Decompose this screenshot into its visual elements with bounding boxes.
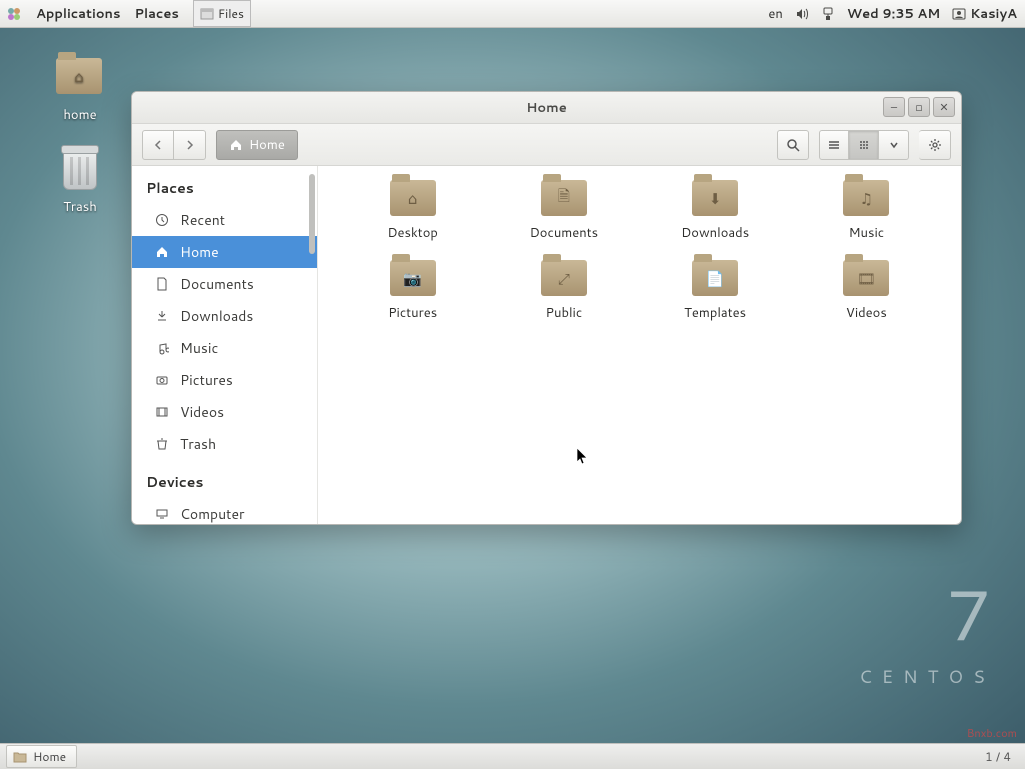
folder-label: Templates <box>645 304 786 322</box>
desktop-icon-label: Trash <box>40 198 120 216</box>
places-menu[interactable]: Places <box>134 5 178 23</box>
sidebar-item-home[interactable]: Home <box>132 236 317 268</box>
nav-back-button[interactable] <box>142 130 174 160</box>
file-manager-icon <box>200 7 214 21</box>
sidebar-item-label: Computer <box>180 504 244 524</box>
sidebar-item-label: Music <box>180 338 218 358</box>
view-list-button[interactable] <box>819 130 849 160</box>
view-dropdown-button[interactable] <box>879 130 909 160</box>
sidebar-item-label: Recent <box>180 210 225 230</box>
sidebar-scrollbar[interactable] <box>309 174 315 254</box>
os-brand: 7 CENTOS <box>859 563 995 689</box>
user-menu[interactable]: KasiyA <box>952 5 1017 23</box>
volume-icon[interactable] <box>795 7 809 21</box>
sidebar-item-computer[interactable]: Computer <box>132 498 317 524</box>
folder-label: Downloads <box>645 224 786 242</box>
current-app-button[interactable]: Files <box>193 0 251 27</box>
grid-icon <box>857 138 871 152</box>
folder-pictures[interactable]: 📷Pictures <box>342 260 483 322</box>
folder-label: Music <box>796 224 937 242</box>
list-icon <box>827 138 841 152</box>
nav-forward-button[interactable] <box>174 130 206 160</box>
trash-icon <box>154 436 170 452</box>
folder-label: Documents <box>493 224 634 242</box>
workspace-pager[interactable]: 1 / 4 <box>977 748 1019 765</box>
desktop-icon-trash[interactable]: Trash <box>40 150 120 216</box>
folder-music[interactable]: ♫Music <box>796 180 937 242</box>
sidebar-item-documents[interactable]: Documents <box>132 268 317 300</box>
sidebar: Places Recent Home Documents Downloads M… <box>132 166 318 524</box>
sidebar-item-recent[interactable]: Recent <box>132 204 317 236</box>
clock-icon <box>154 212 170 228</box>
sidebar-item-label: Home <box>180 242 219 262</box>
computer-icon <box>154 506 170 522</box>
window-minimize-button[interactable]: – <box>883 97 905 117</box>
sidebar-item-label: Downloads <box>180 306 253 326</box>
video-icon <box>154 404 170 420</box>
folder-label: Public <box>493 304 634 322</box>
folder-grid: ⌂Desktop 🗎Documents ⬇Downloads ♫Music 📷P… <box>318 166 961 524</box>
folder-icon <box>13 751 27 763</box>
sidebar-item-label: Pictures <box>180 370 233 390</box>
sidebar-header-devices: Devices <box>132 468 317 498</box>
search-icon <box>786 138 800 152</box>
clock[interactable]: Wed 9:35 AM <box>847 5 940 23</box>
view-grid-button[interactable] <box>849 130 879 160</box>
toolbar: Home <box>132 124 961 166</box>
desktop-icon-label: home <box>40 106 120 124</box>
document-icon <box>154 276 170 292</box>
sidebar-item-pictures[interactable]: Pictures <box>132 364 317 396</box>
bottom-panel: Home 1 / 4 <box>0 743 1025 769</box>
home-icon <box>154 244 170 260</box>
folder-label: Pictures <box>342 304 483 322</box>
sidebar-item-trash[interactable]: Trash <box>132 428 317 460</box>
settings-button[interactable] <box>919 130 951 160</box>
folder-videos[interactable]: 🎞Videos <box>796 260 937 322</box>
folder-downloads[interactable]: ⬇Downloads <box>645 180 786 242</box>
folder-templates[interactable]: 📄Templates <box>645 260 786 322</box>
gear-icon <box>928 138 942 152</box>
folder-public[interactable]: ⤢Public <box>493 260 634 322</box>
folder-desktop[interactable]: ⌂Desktop <box>342 180 483 242</box>
sidebar-header-places: Places <box>132 174 317 204</box>
camera-icon <box>154 372 170 388</box>
watermark: Bnxb.com <box>967 725 1017 741</box>
window-close-button[interactable]: ✕ <box>933 97 955 117</box>
home-icon <box>229 138 243 152</box>
folder-label: Videos <box>796 304 937 322</box>
sidebar-item-downloads[interactable]: Downloads <box>132 300 317 332</box>
sidebar-item-label: Documents <box>180 274 254 294</box>
mouse-cursor <box>577 448 589 466</box>
search-button[interactable] <box>777 130 809 160</box>
network-icon[interactable] <box>821 7 835 21</box>
music-icon <box>154 340 170 356</box>
sidebar-item-videos[interactable]: Videos <box>132 396 317 428</box>
chevron-down-icon <box>889 140 899 150</box>
window-title: Home <box>526 99 567 117</box>
distro-logo-icon <box>6 6 22 22</box>
sidebar-item-music[interactable]: Music <box>132 332 317 364</box>
path-bar-home[interactable]: Home <box>216 130 298 160</box>
download-icon <box>154 308 170 324</box>
user-icon <box>952 7 966 21</box>
folder-label: Desktop <box>342 224 483 242</box>
folder-documents[interactable]: 🗎Documents <box>493 180 634 242</box>
window-maximize-button[interactable]: ▫ <box>908 97 930 117</box>
sidebar-item-label: Videos <box>180 402 224 422</box>
file-manager-window: Home – ▫ ✕ Home Places Recent Home D <box>131 91 962 525</box>
applications-menu[interactable]: Applications <box>36 5 120 23</box>
top-panel: Applications Places Files en Wed 9:35 AM… <box>0 0 1025 28</box>
keyboard-layout-indicator[interactable]: en <box>768 5 782 23</box>
sidebar-item-label: Trash <box>180 434 216 454</box>
taskbar-window-button[interactable]: Home <box>6 745 77 768</box>
window-titlebar[interactable]: Home – ▫ ✕ <box>132 92 961 124</box>
desktop-icon-home[interactable]: ⌂ home <box>40 52 120 124</box>
